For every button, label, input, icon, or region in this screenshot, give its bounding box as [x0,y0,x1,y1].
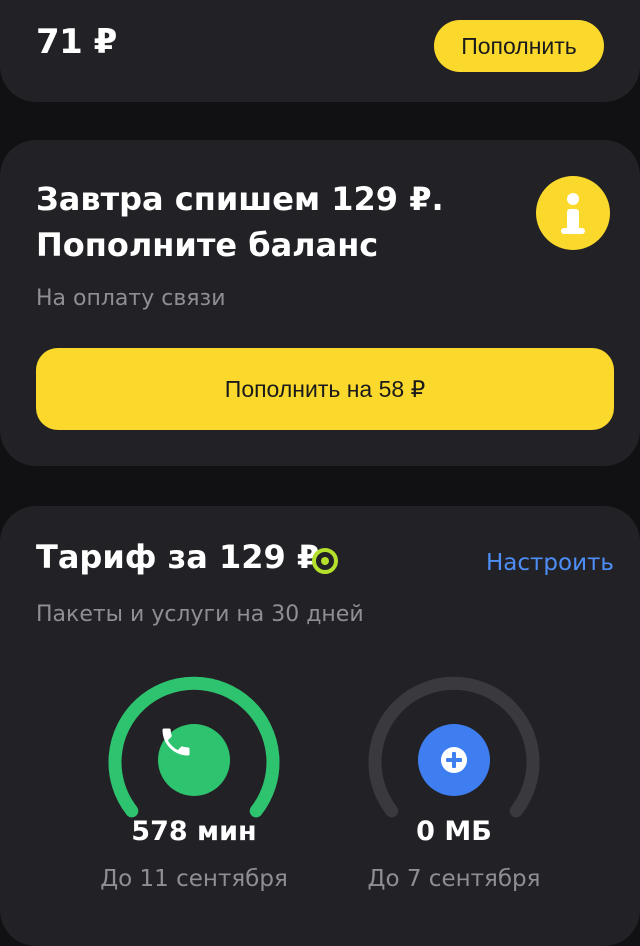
warning-title: Завтра спишем 129 ₽. Пополните баланс [36,180,444,264]
minutes-value: 578 мин [131,816,257,847]
topup-amount-button[interactable]: Пополнить на 58 ₽ [36,348,614,430]
balance-card: 71 ₽ Пополнить [0,0,640,102]
tariff-title: Тариф за 129 ₽ [36,538,320,576]
plus-icon [441,747,467,773]
data-value: 0 МБ [416,816,492,847]
configure-tariff-link[interactable]: Настроить [486,550,614,576]
data-gauge[interactable] [364,674,544,834]
tariff-status-icon [312,548,338,574]
info-icon[interactable] [536,176,610,250]
charge-warning-card: Завтра спишем 129 ₽. Пополните баланс На… [0,140,640,466]
phone-icon [158,724,230,796]
minutes-until: До 11 сентября [100,866,288,892]
warning-subtitle: На оплату связи [36,286,226,311]
tariff-card: Тариф за 129 ₽ Настроить Пакеты и услуги… [0,506,640,946]
data-until: До 7 сентября [367,866,541,892]
balance-amount: 71 ₽ [36,22,117,62]
minutes-gauge[interactable] [104,674,284,834]
topup-button[interactable]: Пополнить [434,20,604,72]
add-data-icon [418,724,490,796]
tariff-subtitle: Пакеты и услуги на 30 дней [36,602,364,627]
